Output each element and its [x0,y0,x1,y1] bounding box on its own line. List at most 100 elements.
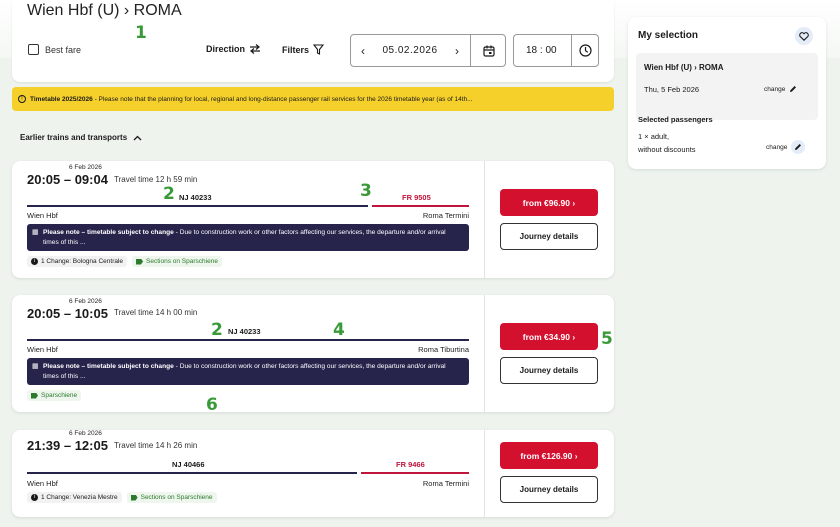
calendar-button[interactable] [470,34,506,67]
filter-funnel-icon [313,44,325,55]
change-tag-label: 1 Change: Venezia Mestre [41,494,118,501]
clock-icon [578,44,592,57]
change-label: change [764,85,786,93]
banner-text: - Please note that the planning for loca… [92,95,473,103]
connection-card[interactable]: 6 Feb 2026 21:39 – 12:05 Travel time 14 … [12,430,614,517]
time-value[interactable]: 18 : 00 [526,45,557,56]
earlier-trains-label: Earlier trains and transports [20,133,128,142]
annotation-number: 4 [333,320,345,340]
train-label: NJ 40466 [172,460,205,469]
connection-card[interactable]: 6 Feb 2026 20:05 – 10:05 Travel time 14 … [12,295,614,412]
best-fare-label: Best fare [45,44,82,55]
price-label: from €34.90 [522,331,571,342]
journey-details-button[interactable]: Journey details [500,223,598,250]
passengers-count: 1 × adult, [638,132,670,141]
destination-station: Roma Termini [422,211,469,220]
segment-line-nightjet [27,472,357,474]
chevron-up-icon [133,135,142,140]
pencil-icon [790,86,797,92]
passengers-discount: without discounts [638,145,696,154]
connection-tags: Sparschiene [27,390,82,401]
my-selection-title: My selection [638,30,699,41]
sparschiene-tag-label: Sparschiene [41,392,78,399]
pencil-icon [795,144,802,150]
annotation-number: 1 [135,23,147,43]
calendar-alert-icon: ▦ [32,363,39,370]
annotation-number: 5 [601,329,613,349]
annotation-number: 3 [360,181,372,201]
destination-station: Roma Tiburtina [418,345,469,354]
sparschiene-tag-label: Sections on Sparschiene [146,258,218,265]
train-label: NJ 40233 [179,193,212,202]
departure-date: 6 Feb 2026 [69,430,102,437]
price-button[interactable]: from €34.90 › [500,323,598,350]
tag-icon [31,392,38,399]
timetable-notice[interactable]: ▦ Please note – timetable subject to cha… [27,358,469,385]
change-label: change [766,143,788,151]
journey-times: 20:05 – 10:05 [27,306,108,321]
segment-line-frecciarossa [361,472,469,474]
departure-date: 6 Feb 2026 [69,164,102,171]
train-label: FR 9505 [402,193,431,202]
search-header: Wien Hbf (U) › ROMA Best fare Direction … [12,0,614,82]
heart-icon [799,31,809,41]
change-route-link[interactable]: change [764,85,797,93]
direction-button[interactable]: Direction [206,44,261,54]
annotation-number: 2 [211,320,223,340]
sparschiene-tag-label: Sections on Sparschiene [140,494,213,501]
card-divider [484,161,485,278]
change-tag[interactable]: i1 Change: Bologna Centrale [27,256,128,267]
passengers-title: Selected passengers [638,115,713,124]
price-label: from €96.90 [522,197,571,208]
timetable-banner[interactable]: ! Timetable 2025/2026 - Please note that… [12,87,614,111]
notice-title: Please note – timetable subject to chang… [43,229,174,236]
journey-times: 20:05 – 09:04 [27,172,108,187]
change-passengers-link[interactable]: change [766,140,806,154]
segment-line-nightjet [27,205,368,207]
sparschiene-tag: Sections on Sparschiene [126,492,217,503]
favorite-button[interactable] [795,27,813,45]
timetable-notice[interactable]: ▦ Please note – timetable subject to cha… [27,224,469,251]
sparschiene-tag: Sparschiene [27,390,82,401]
selected-route-box: Wien Hbf (U) › ROMA Thu, 5 Feb 2026 chan… [636,53,818,120]
time-selector[interactable]: 18 : 00 [513,34,599,67]
date-value[interactable]: 05.02.2026 [375,45,445,56]
selected-route: Wien Hbf (U) › ROMA [644,63,724,72]
filters-button[interactable]: Filters [282,44,325,55]
annotation-number: 2 [163,184,175,204]
selected-date: Thu, 5 Feb 2026 [644,85,700,94]
filters-label: Filters [282,44,310,55]
earlier-trains-toggle[interactable]: Earlier trains and transports [20,133,142,142]
train-label: NJ 40233 [228,327,261,336]
route-title: Wien Hbf (U) › ROMA [27,2,182,19]
travel-time: Travel time 12 h 59 min [114,175,198,184]
journey-details-button[interactable]: Journey details [500,476,598,503]
segment-line-frecciarossa [372,205,469,207]
notice-title: Please note – timetable subject to chang… [43,363,174,370]
chevron-right-icon[interactable]: › [445,44,469,58]
change-tag[interactable]: i1 Change: Venezia Mestre [27,492,122,503]
train-label: FR 9466 [396,460,425,469]
tag-icon [136,258,144,265]
pencil-button[interactable] [791,140,806,154]
connection-card[interactable]: 6 Feb 2026 20:05 – 09:04 Travel time 12 … [12,161,614,278]
best-fare-checkbox[interactable] [28,44,39,55]
chevron-left-icon[interactable]: ‹ [351,44,375,58]
my-selection-panel: My selection Wien Hbf (U) › ROMA Thu, 5 … [628,17,826,169]
best-fare-toggle[interactable]: Best fare [28,44,81,55]
price-label: from €126.90 [520,450,573,461]
change-tag-label: 1 Change: Bologna Centrale [41,258,124,265]
journey-times: 21:39 – 12:05 [27,438,108,453]
connection-tags: i1 Change: Venezia Mestre Sections on Sp… [27,492,217,503]
price-button[interactable]: from €96.90 › [500,189,598,216]
swap-arrows-icon [250,44,261,54]
connection-tags: i1 Change: Bologna Centrale Sections on … [27,256,222,267]
price-button[interactable]: from €126.90 › [500,442,598,469]
origin-station: Wien Hbf [27,479,58,488]
departure-date: 6 Feb 2026 [69,298,102,305]
calendar-alert-icon: ▦ [32,229,39,236]
sparschiene-tag: Sections on Sparschiene [132,256,222,267]
card-divider [484,295,485,412]
journey-details-button[interactable]: Journey details [500,357,598,384]
clock-button[interactable] [571,35,598,66]
